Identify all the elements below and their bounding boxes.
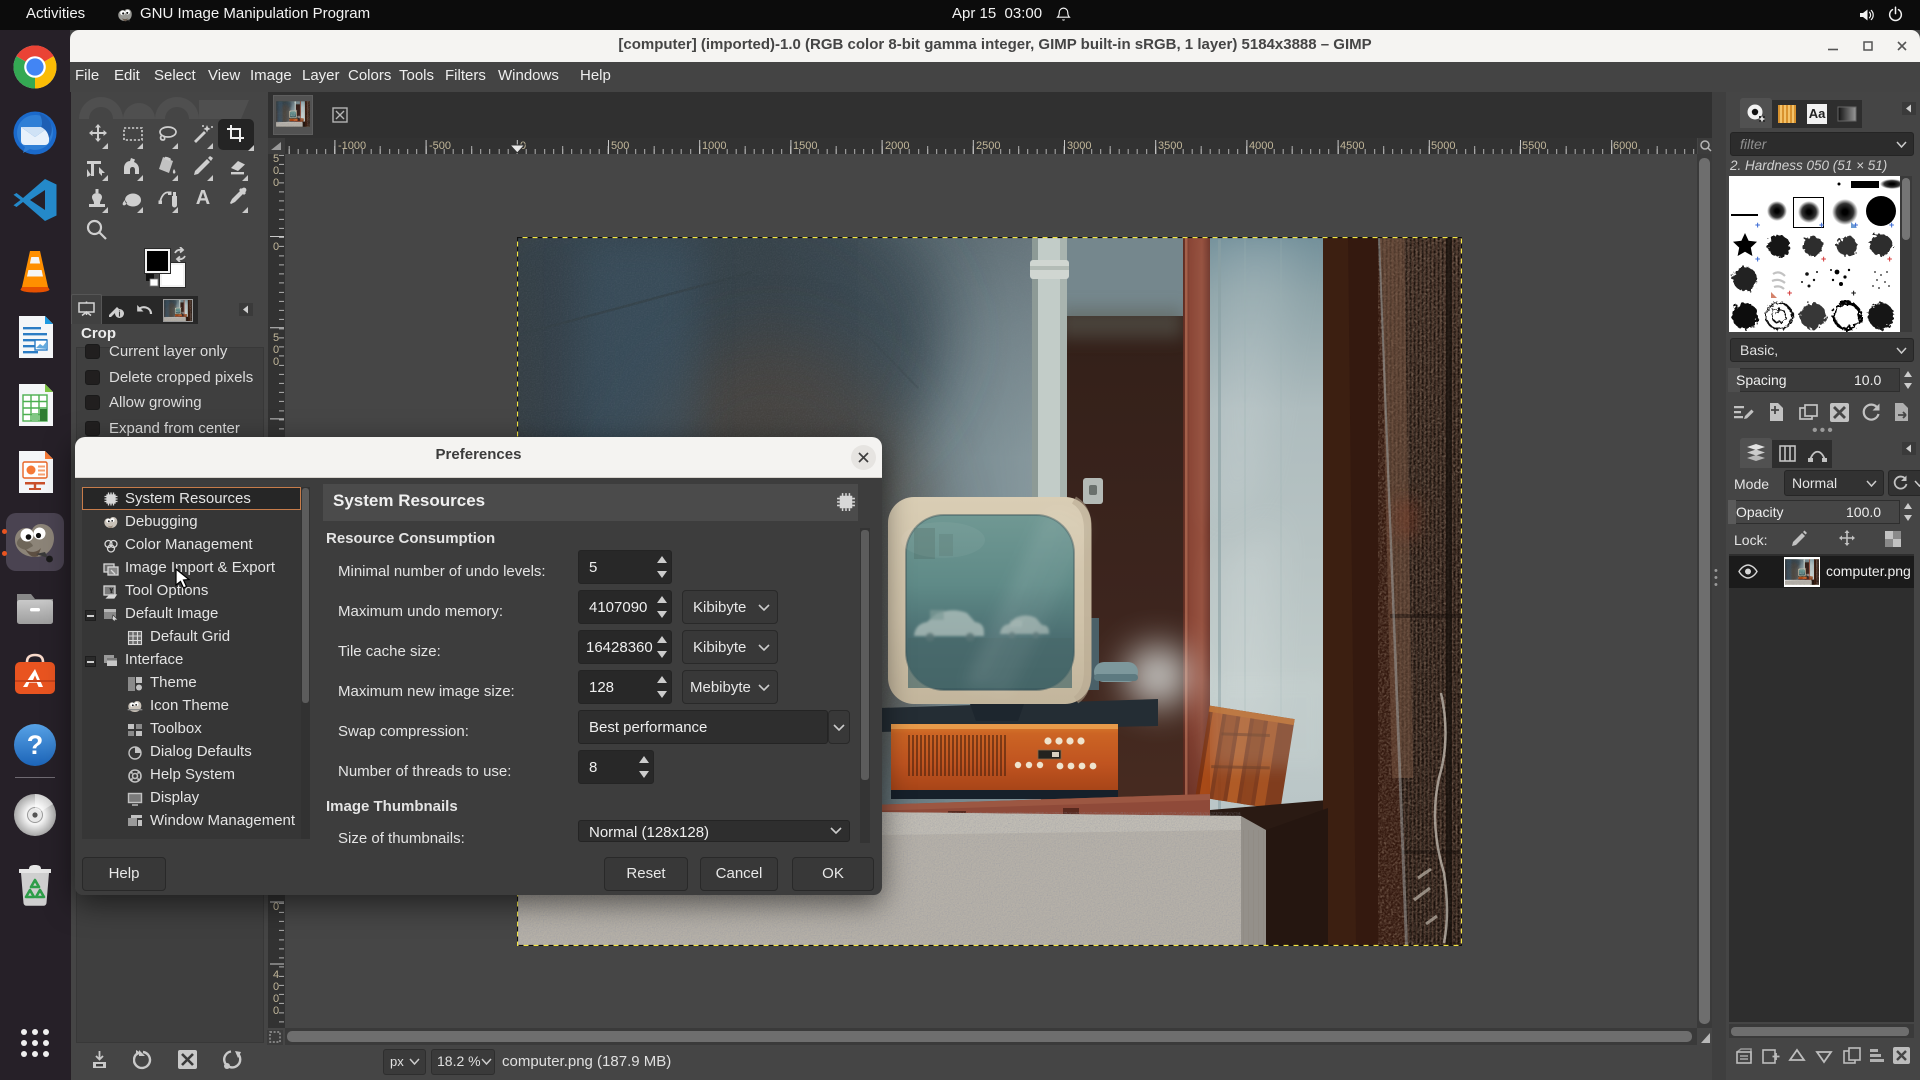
- svg-text:5500: 5500: [1522, 140, 1546, 152]
- svg-text:-500: -500: [429, 140, 451, 152]
- svg-text:+: +: [1755, 220, 1760, 230]
- svg-text:0: 0: [273, 356, 279, 368]
- svg-text:0: 0: [273, 177, 279, 189]
- svg-text:4500: 4500: [1340, 140, 1364, 152]
- svg-text:0: 0: [273, 901, 279, 913]
- svg-text:-1000: -1000: [338, 140, 366, 152]
- svg-text:i: i: [118, 310, 120, 319]
- svg-text:4000: 4000: [1249, 140, 1273, 152]
- svg-text:1500: 1500: [793, 140, 817, 152]
- svg-text:4: 4: [273, 969, 279, 981]
- svg-text:0: 0: [273, 993, 279, 1005]
- svg-text:0: 0: [273, 241, 279, 253]
- svg-text:+: +: [1787, 288, 1792, 298]
- svg-text:+: +: [1755, 254, 1760, 264]
- svg-text:5000: 5000: [1431, 140, 1455, 152]
- svg-text:5: 5: [273, 332, 279, 344]
- svg-text:0: 0: [273, 981, 279, 993]
- svg-text:1000: 1000: [702, 140, 726, 152]
- svg-text:3500: 3500: [1158, 140, 1182, 152]
- svg-text:500: 500: [611, 140, 629, 152]
- svg-text:0: 0: [273, 344, 279, 356]
- svg-text:+: +: [1887, 254, 1892, 264]
- svg-text:+: +: [1851, 288, 1856, 298]
- svg-text:0: 0: [273, 165, 279, 177]
- svg-text:2500: 2500: [976, 140, 1000, 152]
- svg-text:+: +: [1889, 220, 1894, 230]
- svg-text:6000: 6000: [1613, 140, 1637, 152]
- svg-text:5: 5: [273, 154, 279, 165]
- svg-text:0: 0: [273, 1005, 279, 1017]
- svg-text:+: +: [1821, 254, 1826, 264]
- svg-text:3000: 3000: [1067, 140, 1091, 152]
- svg-text:+: +: [1819, 220, 1824, 230]
- svg-text:2000: 2000: [885, 140, 909, 152]
- svg-text:?: ?: [27, 730, 44, 760]
